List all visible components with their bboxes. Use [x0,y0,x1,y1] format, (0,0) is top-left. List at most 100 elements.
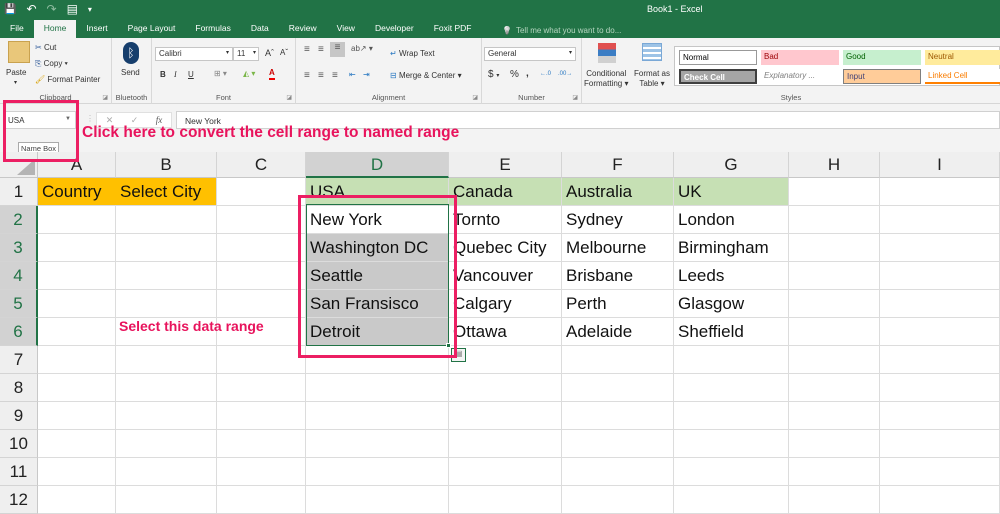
conditional-formatting-button[interactable]: Conditional Formatting ▾ [584,69,628,89]
cell-A3[interactable] [38,234,116,262]
cell-B10[interactable] [116,430,217,458]
cell-D9[interactable] [306,402,449,430]
cell-A4[interactable] [38,262,116,290]
cell-E2[interactable]: Tornto [449,206,562,234]
font-size-select[interactable]: 11 ▾ [233,47,259,61]
cell-H4[interactable] [789,262,880,290]
tell-me-search[interactable]: 💡 Tell me what you want to do... [502,26,621,35]
bottom-align-icon[interactable]: ≡ [330,42,345,57]
cut-button[interactable]: ✂ Cut [35,43,56,52]
style-input[interactable]: Input [843,69,921,84]
cell-I10[interactable] [880,430,1000,458]
cell-A8[interactable] [38,374,116,402]
cell-E3[interactable]: Quebec City [449,234,562,262]
cell-B7[interactable] [116,346,217,374]
number-launcher-icon[interactable]: ◪ [572,94,578,101]
cell-A6[interactable] [38,318,116,346]
row-header-5[interactable]: 5 [0,290,38,318]
decrease-decimal-button[interactable]: .00→ [558,71,572,77]
save-icon[interactable]: 💾 [4,4,16,15]
comma-button[interactable]: , [526,68,529,79]
cell-C8[interactable] [217,374,306,402]
top-align-icon[interactable]: ≡ [304,44,310,55]
style-good[interactable]: Good [843,50,921,65]
cell-G12[interactable] [674,486,789,514]
cell-G7[interactable] [674,346,789,374]
shrink-font-button[interactable]: Aˇ [280,48,288,57]
cell-C9[interactable] [217,402,306,430]
row-header-6[interactable]: 6 [0,318,38,346]
cell-G9[interactable] [674,402,789,430]
cell-D12[interactable] [306,486,449,514]
cell-G6[interactable]: Sheffield [674,318,789,346]
cell-I7[interactable] [880,346,1000,374]
cell-A12[interactable] [38,486,116,514]
cell-I12[interactable] [880,486,1000,514]
touch-mode-icon[interactable]: ▤ [67,2,78,16]
cell-H3[interactable] [789,234,880,262]
row-header-11[interactable]: 11 [0,458,38,486]
style-normal[interactable]: Normal [679,50,757,65]
cell-F9[interactable] [562,402,674,430]
cell-E8[interactable] [449,374,562,402]
column-header-C[interactable]: C [217,152,306,178]
tab-page-layout[interactable]: Page Layout [118,20,186,38]
merge-center-button[interactable]: ⊟ Merge & Center ▾ [390,71,462,80]
cell-I6[interactable] [880,318,1000,346]
cell-A9[interactable] [38,402,116,430]
style-bad[interactable]: Bad [761,50,839,65]
cell-C5[interactable] [217,290,306,318]
cell-A10[interactable] [38,430,116,458]
column-header-F[interactable]: F [562,152,674,178]
column-header-H[interactable]: H [789,152,880,178]
tab-developer[interactable]: Developer [365,20,424,38]
cell-F7[interactable] [562,346,674,374]
cell-B1[interactable]: Select City [116,178,217,206]
cell-G8[interactable] [674,374,789,402]
cell-F10[interactable] [562,430,674,458]
cell-I9[interactable] [880,402,1000,430]
align-right-icon[interactable]: ≡ [332,70,338,81]
cell-B3[interactable] [116,234,217,262]
row-header-10[interactable]: 10 [0,430,38,458]
redo-icon[interactable]: ↷ [47,2,57,16]
bluetooth-icon[interactable]: ᛒ [123,42,139,64]
paste-icon[interactable] [8,41,30,63]
row-header-8[interactable]: 8 [0,374,38,402]
cell-B11[interactable] [116,458,217,486]
cell-C7[interactable] [217,346,306,374]
row-header-4[interactable]: 4 [0,262,38,290]
style-check-cell[interactable]: Check Cell [679,69,757,84]
fill-color-icon[interactable]: ◭ ▾ [243,69,255,78]
cell-E4[interactable]: Vancouver [449,262,562,290]
row-header-12[interactable]: 12 [0,486,38,514]
tab-insert[interactable]: Insert [76,20,117,38]
cell-E12[interactable] [449,486,562,514]
cell-F11[interactable] [562,458,674,486]
tab-formulas[interactable]: Formulas [185,20,240,38]
row-header-9[interactable]: 9 [0,402,38,430]
cell-A2[interactable] [38,206,116,234]
cell-H6[interactable] [789,318,880,346]
cell-A7[interactable] [38,346,116,374]
cell-H1[interactable] [789,178,880,206]
cell-H9[interactable] [789,402,880,430]
cell-B9[interactable] [116,402,217,430]
tab-home[interactable]: Home [33,20,77,38]
cell-E11[interactable] [449,458,562,486]
font-launcher-icon[interactable]: ◪ [286,94,292,101]
cell-C4[interactable] [217,262,306,290]
row-header-3[interactable]: 3 [0,234,38,262]
style-neutral[interactable]: Neutral [925,50,1000,65]
cell-G4[interactable]: Leeds [674,262,789,290]
style-linked-cell[interactable]: Linked Cell [925,69,1000,84]
cell-C3[interactable] [217,234,306,262]
cell-G3[interactable]: Birmingham [674,234,789,262]
format-as-table-button[interactable]: Format as Table ▾ [634,69,670,89]
cell-H5[interactable] [789,290,880,318]
font-color-icon[interactable]: A [269,68,275,80]
format-painter-button[interactable]: 🖌 Format Painter [35,75,100,84]
align-left-icon[interactable]: ≡ [304,70,310,81]
row-header-7[interactable]: 7 [0,346,38,374]
cell-I3[interactable] [880,234,1000,262]
